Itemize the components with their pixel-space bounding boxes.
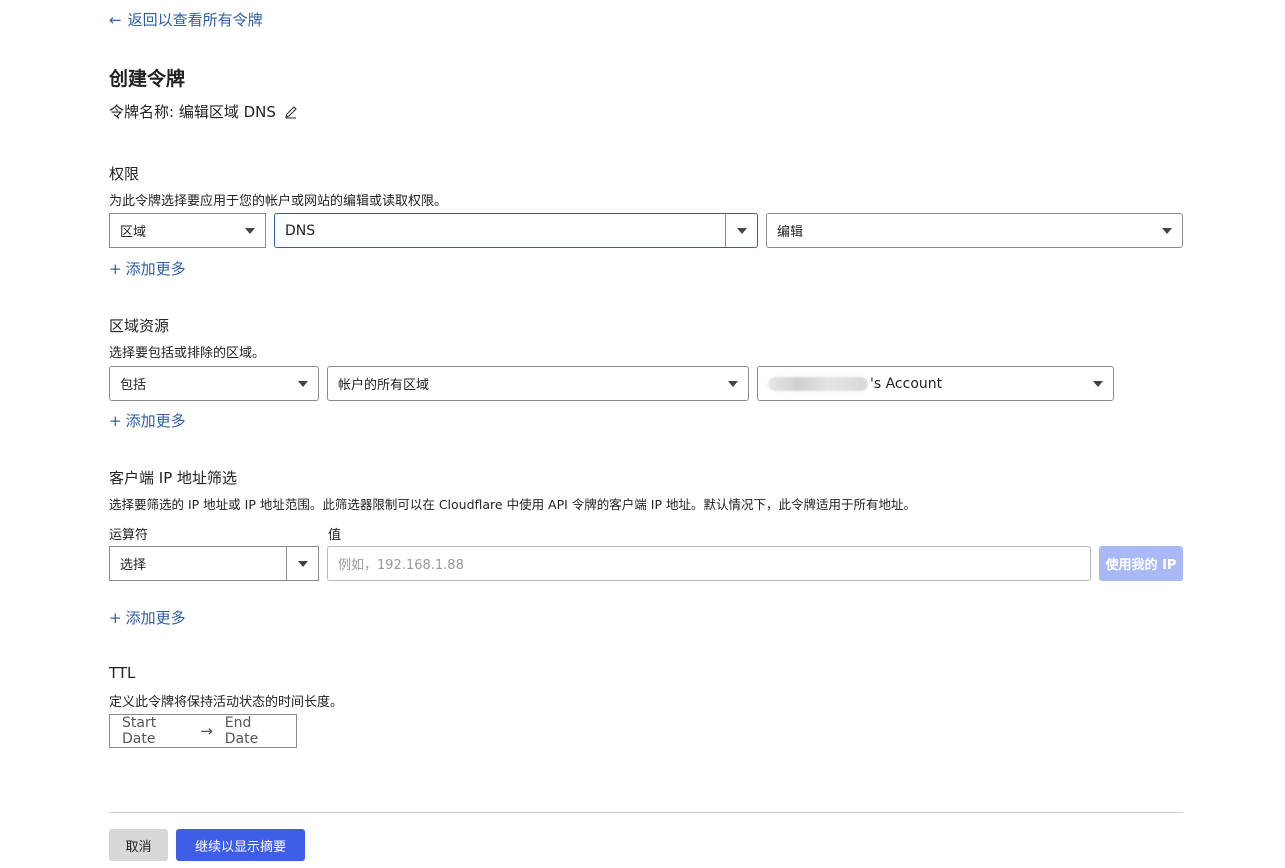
arrow-right-icon: → <box>200 722 213 740</box>
permission-scope-select[interactable]: 区域 <box>109 213 266 248</box>
zone-selection-value: 帐户的所有区域 <box>338 378 430 393</box>
cancel-button[interactable]: 取消 <box>109 829 168 861</box>
add-zone-button[interactable]: + 添加更多 <box>109 410 186 431</box>
permission-access-select[interactable]: 编辑 <box>766 213 1183 248</box>
add-permission-label: 添加更多 <box>125 260 186 278</box>
redacted-account-name <box>768 376 868 391</box>
add-ip-filter-button[interactable]: + 添加更多 <box>109 607 186 628</box>
ip-filter-title: 客户端 IP 地址筛选 <box>109 469 238 487</box>
zone-include-select[interactable]: 包括 <box>109 366 319 401</box>
ip-value-input[interactable]: 例如，192.168.1.88 <box>327 546 1091 581</box>
operator-select[interactable]: 选择 <box>109 546 319 581</box>
permissions-description: 为此令牌选择要应用于您的帐户或网站的编辑或读取权限。 <box>109 194 448 209</box>
zone-selection-select[interactable]: 帐户的所有区域 <box>327 366 749 401</box>
back-link[interactable]: ← 返回以查看所有令牌 <box>109 9 263 30</box>
zone-resources-title: 区域资源 <box>109 317 170 335</box>
use-my-ip-button[interactable]: 使用我的 IP <box>1099 546 1183 581</box>
chevron-down-icon <box>298 381 308 387</box>
chevron-down-icon <box>728 381 738 387</box>
token-name-text: 令牌名称: 编辑区域 DNS <box>109 103 276 121</box>
ip-filter-description: 选择要筛选的 IP 地址或 IP 地址范围。此筛选器限制可以在 Cloudfla… <box>109 497 916 512</box>
value-label: 值 <box>328 528 342 543</box>
account-select[interactable]: 's Account <box>757 366 1114 401</box>
ttl-description: 定义此令牌将保持活动状态的时间长度。 <box>109 695 344 710</box>
zone-resources-description: 选择要包括或排除的区域。 <box>109 346 266 361</box>
end-date-placeholder[interactable]: End Date <box>225 715 284 747</box>
dropdown-toggle[interactable] <box>286 547 318 580</box>
permission-access-value: 编辑 <box>777 225 804 240</box>
permission-resource-select[interactable]: DNS <box>274 213 758 248</box>
continue-button[interactable]: 继续以显示摘要 <box>176 829 305 861</box>
account-suffix: 's Account <box>870 375 943 392</box>
operator-label: 运算符 <box>109 528 149 543</box>
back-link-label: 返回以查看所有令牌 <box>127 11 263 29</box>
chevron-down-icon <box>297 560 308 567</box>
permissions-title: 权限 <box>109 165 140 183</box>
operator-value: 选择 <box>120 558 147 573</box>
page-title: 创建令牌 <box>109 68 186 90</box>
zone-include-value: 包括 <box>120 378 147 393</box>
ttl-title: TTL <box>109 664 136 682</box>
arrow-left-icon: ← <box>109 10 122 29</box>
chevron-down-icon <box>1093 381 1103 387</box>
pencil-icon[interactable] <box>284 105 298 119</box>
add-permission-button[interactable]: + 添加更多 <box>109 258 186 279</box>
token-name: 令牌名称: 编辑区域 DNS <box>109 101 298 122</box>
permission-scope-value: 区域 <box>120 225 147 240</box>
footer-divider <box>109 812 1183 813</box>
ttl-date-range[interactable]: Start Date → End Date <box>109 714 297 748</box>
add-ip-filter-label: 添加更多 <box>125 609 186 627</box>
chevron-down-icon <box>1162 228 1172 234</box>
plus-icon: + <box>109 411 122 430</box>
chevron-down-icon <box>245 228 255 234</box>
plus-icon: + <box>109 259 122 278</box>
plus-icon: + <box>109 608 122 627</box>
start-date-placeholder[interactable]: Start Date <box>122 715 188 747</box>
dropdown-toggle[interactable] <box>725 214 757 247</box>
ip-value-placeholder: 例如，192.168.1.88 <box>338 558 464 573</box>
add-zone-label: 添加更多 <box>125 412 186 430</box>
chevron-down-icon <box>736 227 747 234</box>
permission-resource-value: DNS <box>285 222 316 239</box>
